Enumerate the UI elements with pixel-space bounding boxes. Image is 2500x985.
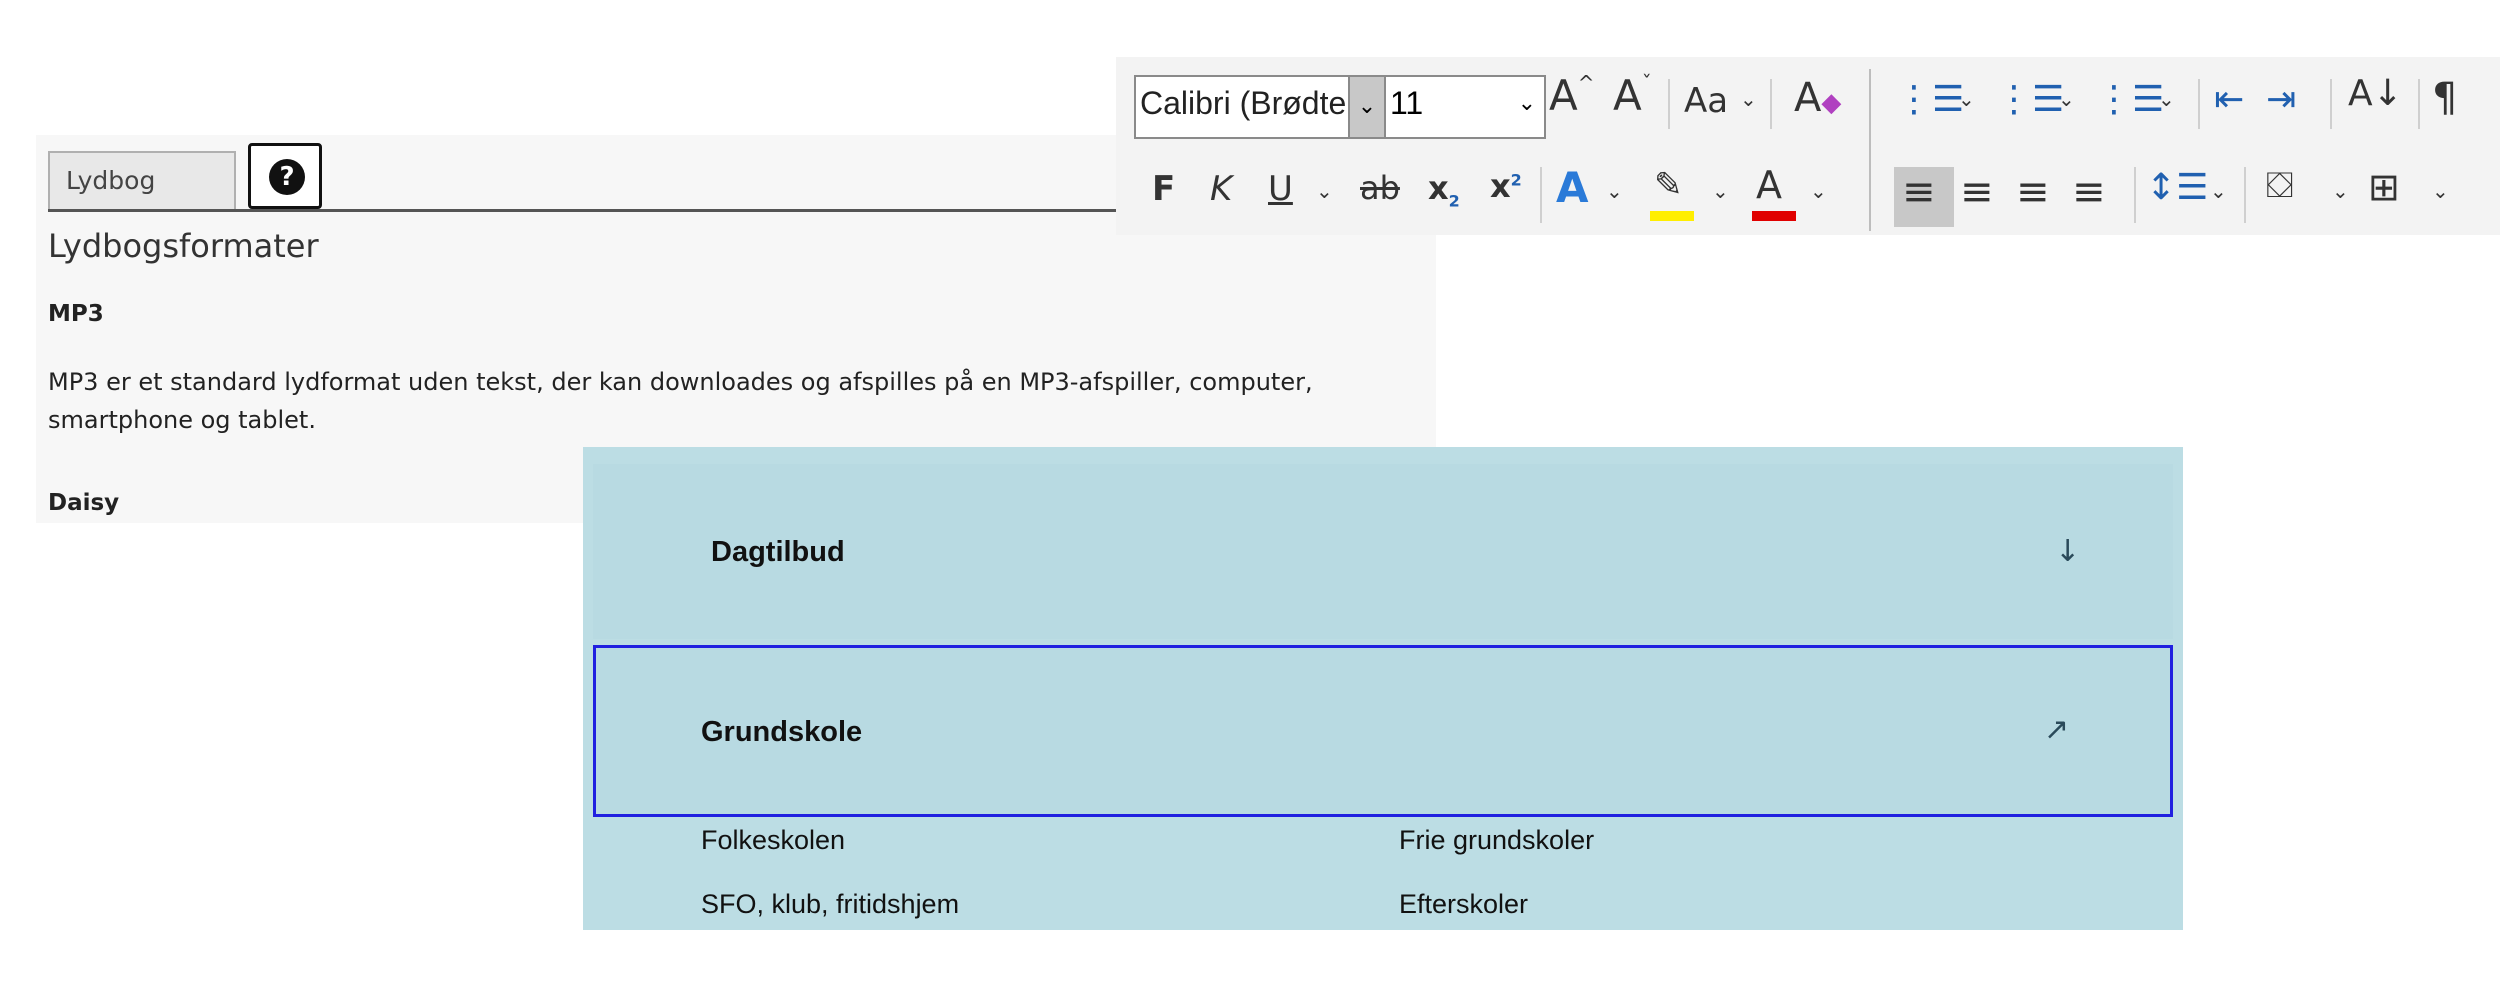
strikethrough-button[interactable]: ab bbox=[1360, 169, 1400, 207]
divider bbox=[1770, 79, 1772, 129]
mp3-heading: MP3 bbox=[48, 301, 104, 327]
justify-icon[interactable]: ≡ bbox=[2072, 169, 2106, 215]
chevron-down-icon[interactable]: ⌄ bbox=[2210, 179, 2227, 203]
divider bbox=[2244, 167, 2246, 223]
chevron-down-icon[interactable]: ⌄ bbox=[1958, 87, 1975, 111]
underline-button[interactable]: U bbox=[1268, 169, 1293, 209]
arrow-down-icon: ↓ bbox=[2055, 534, 2081, 569]
chevron-down-icon[interactable]: ⌄ bbox=[1348, 77, 1384, 137]
accordion-row-dagtilbud[interactable]: Dagtilbud ↓ bbox=[593, 464, 2173, 639]
borders-icon[interactable]: ⊞ bbox=[2368, 165, 2400, 209]
chevron-down-icon[interactable]: ⌄ bbox=[1810, 179, 1827, 203]
highlight-color-swatch bbox=[1650, 211, 1694, 221]
align-left-icon: ≡ bbox=[1902, 169, 1936, 215]
change-case-button[interactable]: Aa bbox=[1684, 81, 1728, 121]
clear-formatting-icon[interactable]: A◆ bbox=[1794, 75, 1841, 121]
school-navigation: Dagtilbud ↓ Grundskole ↗ Folkeskolen Fri… bbox=[583, 447, 2183, 930]
tab-lydbog[interactable]: Lydbog bbox=[48, 151, 236, 209]
row-title: Grundskole bbox=[701, 716, 863, 748]
chevron-down-icon[interactable]: ⌄ bbox=[2332, 179, 2349, 203]
line-spacing-icon[interactable]: ↕☰ bbox=[2146, 167, 2208, 208]
link-folkeskolen[interactable]: Folkeskolen bbox=[701, 825, 845, 856]
audiobook-tab-bar: Lydbog ? bbox=[48, 143, 1148, 212]
bullets-icon[interactable]: ⋮☰ bbox=[1896, 79, 1964, 120]
chevron-down-icon[interactable]: ⌄ bbox=[2432, 179, 2449, 203]
chevron-down-icon[interactable]: ⌄ bbox=[1606, 179, 1623, 203]
text-effects-icon[interactable]: A bbox=[1556, 163, 1589, 212]
divider bbox=[2330, 79, 2332, 129]
divider bbox=[1668, 79, 1670, 129]
italic-button[interactable]: K bbox=[1210, 169, 1232, 209]
font-family-combobox[interactable]: Calibri (Brødte ⌄ bbox=[1134, 75, 1386, 139]
link-frie-grundskoler[interactable]: Frie grundskoler bbox=[1399, 825, 1594, 856]
daisy-heading: Daisy bbox=[48, 490, 120, 516]
show-paragraph-marks-icon[interactable]: ¶ bbox=[2432, 75, 2457, 121]
sort-icon[interactable]: A↓ bbox=[2348, 73, 2403, 114]
row-title: Dagtilbud bbox=[711, 536, 845, 568]
format-ribbon: Calibri (Brødte ⌄ 11 ⌄ A^ Aˇ Aa ⌄ A◆ ⋮☰ … bbox=[1116, 57, 2500, 235]
align-right-icon[interactable]: ≡ bbox=[2016, 169, 2050, 215]
grow-font-icon[interactable]: A^ bbox=[1549, 71, 1595, 120]
chevron-down-icon[interactable]: ⌄ bbox=[1740, 87, 1757, 111]
mp3-description: MP3 er et standard lydformat uden tekst,… bbox=[48, 368, 1313, 434]
bold-button[interactable]: F bbox=[1152, 169, 1175, 209]
divider bbox=[2198, 79, 2200, 129]
align-center-icon[interactable]: ≡ bbox=[1960, 169, 1994, 215]
arrow-up-right-icon: ↗ bbox=[2044, 712, 2070, 747]
font-color-swatch bbox=[1752, 211, 1796, 221]
highlight-icon[interactable]: ✎ bbox=[1654, 165, 1683, 205]
group-divider bbox=[1869, 69, 1871, 231]
link-efterskoler[interactable]: Efterskoler bbox=[1399, 889, 1528, 920]
decrease-indent-icon[interactable]: ⇤ bbox=[2214, 79, 2244, 120]
chevron-down-icon[interactable]: ⌄ bbox=[1712, 179, 1729, 203]
chevron-down-icon[interactable]: ⌄ bbox=[1518, 91, 1536, 116]
font-size-combobox[interactable]: 11 ⌄ bbox=[1386, 75, 1546, 139]
font-size-value: 11 bbox=[1390, 85, 1424, 121]
chevron-down-icon[interactable]: ⌄ bbox=[2158, 87, 2175, 111]
font-color-icon[interactable]: A bbox=[1756, 163, 1782, 207]
font-family-value: Calibri (Brødte bbox=[1140, 85, 1347, 121]
accordion-row-grundskole[interactable]: Grundskole ↗ bbox=[593, 645, 2173, 817]
subscript-icon[interactable]: x2 bbox=[1428, 169, 1460, 210]
chevron-down-icon[interactable]: ⌄ bbox=[1316, 179, 1333, 203]
shading-icon[interactable]: ⛋ bbox=[2266, 165, 2293, 207]
shrink-font-icon[interactable]: Aˇ bbox=[1613, 71, 1652, 120]
divider bbox=[1540, 167, 1542, 223]
numbering-icon[interactable]: ⋮☰ bbox=[1996, 79, 2064, 120]
link-sfo-klub-fritidshjem[interactable]: SFO, klub, fritidshjem bbox=[701, 889, 959, 920]
question-icon: ? bbox=[269, 159, 305, 195]
divider bbox=[2418, 79, 2420, 129]
divider bbox=[2134, 167, 2136, 223]
help-button[interactable]: ? bbox=[248, 143, 322, 209]
section-heading: Lydbogsformater bbox=[48, 227, 319, 265]
multilevel-list-icon[interactable]: ⋮☰ bbox=[2096, 79, 2164, 120]
superscript-icon[interactable]: x2 bbox=[1490, 167, 1522, 205]
increase-indent-icon[interactable]: ⇥ bbox=[2266, 79, 2296, 120]
chevron-down-icon[interactable]: ⌄ bbox=[2058, 87, 2075, 111]
